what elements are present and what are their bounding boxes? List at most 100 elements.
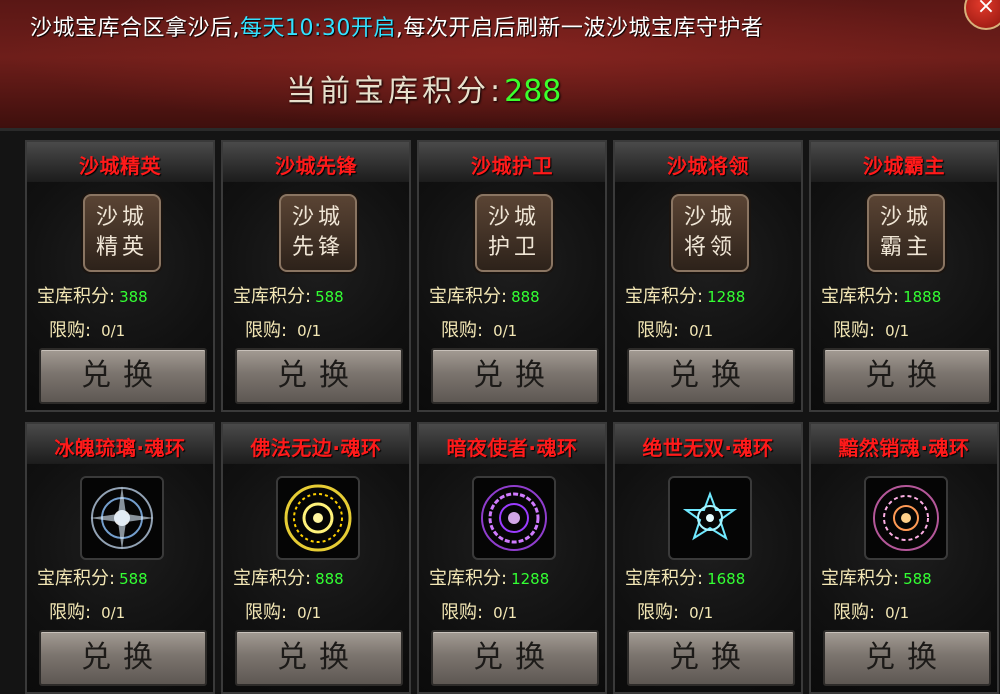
score-value: 588 <box>315 288 344 306</box>
card-title: 沙城护卫 <box>471 154 553 178</box>
exchange-button[interactable]: 兑换 <box>39 348 207 404</box>
vault-score-label: 当前宝库积分: <box>286 74 505 109</box>
limit-label: 限购: <box>833 602 876 623</box>
score-line: 宝库积分: 1288 <box>429 564 549 590</box>
soul-ring-card: 佛法无边·魂环 宝库积分: 888 限购: 0/1 兑换 <box>221 422 411 694</box>
close-button[interactable]: × <box>964 0 1000 30</box>
limit-line: 限购: 0/1 <box>49 598 125 624</box>
limit-line: 限购: 0/1 <box>833 598 909 624</box>
tile-text: 沙城 护卫 <box>487 205 540 260</box>
header-banner: 沙城宝库合区拿沙后,每天10:30开启,每次开启后刷新一波沙城宝库守护者 当前宝… <box>0 0 1000 131</box>
exchange-button[interactable]: 兑换 <box>431 630 599 686</box>
score-value: 888 <box>511 288 540 306</box>
buddha-soul-ring-icon[interactable] <box>276 476 360 560</box>
score-line: 宝库积分: 888 <box>429 282 540 308</box>
vault-score: 当前宝库积分:288 <box>286 66 561 110</box>
score-value: 888 <box>315 570 344 588</box>
score-value: 1888 <box>903 288 942 306</box>
guardian-tile-icon[interactable]: 沙城 护卫 <box>475 194 553 272</box>
ring-graphic <box>682 491 738 541</box>
soul-ring-card: 绝世无双·魂环 宝库积分: 1688 限购: 0/1 兑换 <box>613 422 803 694</box>
guardian-tile-icon[interactable]: 沙城 霸主 <box>867 194 945 272</box>
exchange-button[interactable]: 兑换 <box>823 348 991 404</box>
score-line: 宝库积分: 1888 <box>821 282 941 308</box>
score-line: 宝库积分: 1688 <box>625 564 745 590</box>
ice-soul-ring-icon[interactable] <box>80 476 164 560</box>
notice-suffix: ,每次开启后刷新一波沙城宝库守护者 <box>395 16 764 41</box>
score-label: 宝库积分: <box>625 286 704 307</box>
guardian-tile-icon[interactable]: 沙城 先锋 <box>279 194 357 272</box>
tile-text: 沙城 精英 <box>95 205 148 260</box>
score-line: 宝库积分: 1288 <box>625 282 745 308</box>
limit-label: 限购: <box>245 602 288 623</box>
score-value: 588 <box>903 570 932 588</box>
score-value: 588 <box>119 570 148 588</box>
score-line: 宝库积分: 588 <box>233 282 344 308</box>
limit-label: 限购: <box>245 320 288 341</box>
limit-line: 限购: 0/1 <box>833 316 909 342</box>
limit-value: 0/1 <box>101 604 126 622</box>
night-soul-ring-icon[interactable] <box>472 476 556 560</box>
limit-value: 0/1 <box>493 322 518 340</box>
guardian-tile-icon[interactable]: 沙城 将领 <box>671 194 749 272</box>
card-title: 沙城霸主 <box>863 154 945 178</box>
limit-value: 0/1 <box>885 322 910 340</box>
score-label: 宝库积分: <box>429 286 508 307</box>
limit-value: 0/1 <box>493 604 518 622</box>
limit-line: 限购: 0/1 <box>245 316 321 342</box>
score-line: 宝库积分: 588 <box>821 564 932 590</box>
score-label: 宝库积分: <box>429 568 508 589</box>
exchange-button[interactable]: 兑换 <box>235 348 403 404</box>
exchange-button[interactable]: 兑换 <box>235 630 403 686</box>
guardian-card: 沙城将领 沙城 将领 宝库积分: 1288 限购: 0/1 兑换 <box>613 140 803 412</box>
card-title: 佛法无边·魂环 <box>250 436 382 460</box>
card-title: 沙城先锋 <box>275 154 357 178</box>
limit-value: 0/1 <box>297 322 322 340</box>
score-label: 宝库积分: <box>37 568 116 589</box>
tile-text: 沙城 先锋 <box>291 205 344 260</box>
exchange-button[interactable]: 兑换 <box>39 630 207 686</box>
card-title: 暗夜使者·魂环 <box>446 436 578 460</box>
limit-value: 0/1 <box>689 604 714 622</box>
score-label: 宝库积分: <box>821 568 900 589</box>
score-label: 宝库积分: <box>821 286 900 307</box>
limit-label: 限购: <box>441 320 484 341</box>
score-label: 宝库积分: <box>37 286 116 307</box>
card-title: 沙城精英 <box>79 154 161 178</box>
exchange-button[interactable]: 兑换 <box>627 348 795 404</box>
guardian-card: 沙城精英 沙城 精英 宝库积分: 388 限购: 0/1 兑换 <box>25 140 215 412</box>
tile-text: 沙城 霸主 <box>879 205 932 260</box>
score-label: 宝库积分: <box>233 568 312 589</box>
card-title: 冰魄琉璃·魂环 <box>54 436 186 460</box>
limit-value: 0/1 <box>297 604 322 622</box>
card-title: 黯然销魂·魂环 <box>838 436 970 460</box>
peerless-soul-ring-icon[interactable] <box>668 476 752 560</box>
score-line: 宝库积分: 588 <box>37 564 148 590</box>
ring-graphic <box>90 486 154 550</box>
score-value: 1288 <box>707 288 746 306</box>
shadow-soul-ring-icon[interactable] <box>864 476 948 560</box>
score-value: 1688 <box>707 570 746 588</box>
score-line: 宝库积分: 388 <box>37 282 148 308</box>
notice-open-time: 每天10:30开启 <box>240 16 396 41</box>
card-title: 沙城将领 <box>667 154 749 178</box>
guardian-tile-icon[interactable]: 沙城 精英 <box>83 194 161 272</box>
ring-graphic <box>481 485 547 551</box>
limit-label: 限购: <box>441 602 484 623</box>
tile-text: 沙城 将领 <box>683 205 736 260</box>
exchange-button[interactable]: 兑换 <box>823 630 991 686</box>
exchange-button[interactable]: 兑换 <box>627 630 795 686</box>
limit-line: 限购: 0/1 <box>637 316 713 342</box>
score-value: 1288 <box>511 570 550 588</box>
limit-value: 0/1 <box>101 322 126 340</box>
limit-label: 限购: <box>49 602 92 623</box>
score-label: 宝库积分: <box>625 568 704 589</box>
event-notice: 沙城宝库合区拿沙后,每天10:30开启,每次开启后刷新一波沙城宝库守护者 <box>30 10 763 42</box>
guardian-card: 沙城护卫 沙城 护卫 宝库积分: 888 限购: 0/1 兑换 <box>417 140 607 412</box>
limit-line: 限购: 0/1 <box>49 316 125 342</box>
limit-line: 限购: 0/1 <box>637 598 713 624</box>
ring-graphic <box>284 484 352 552</box>
limit-label: 限购: <box>49 320 92 341</box>
limit-label: 限购: <box>637 320 680 341</box>
exchange-button[interactable]: 兑换 <box>431 348 599 404</box>
